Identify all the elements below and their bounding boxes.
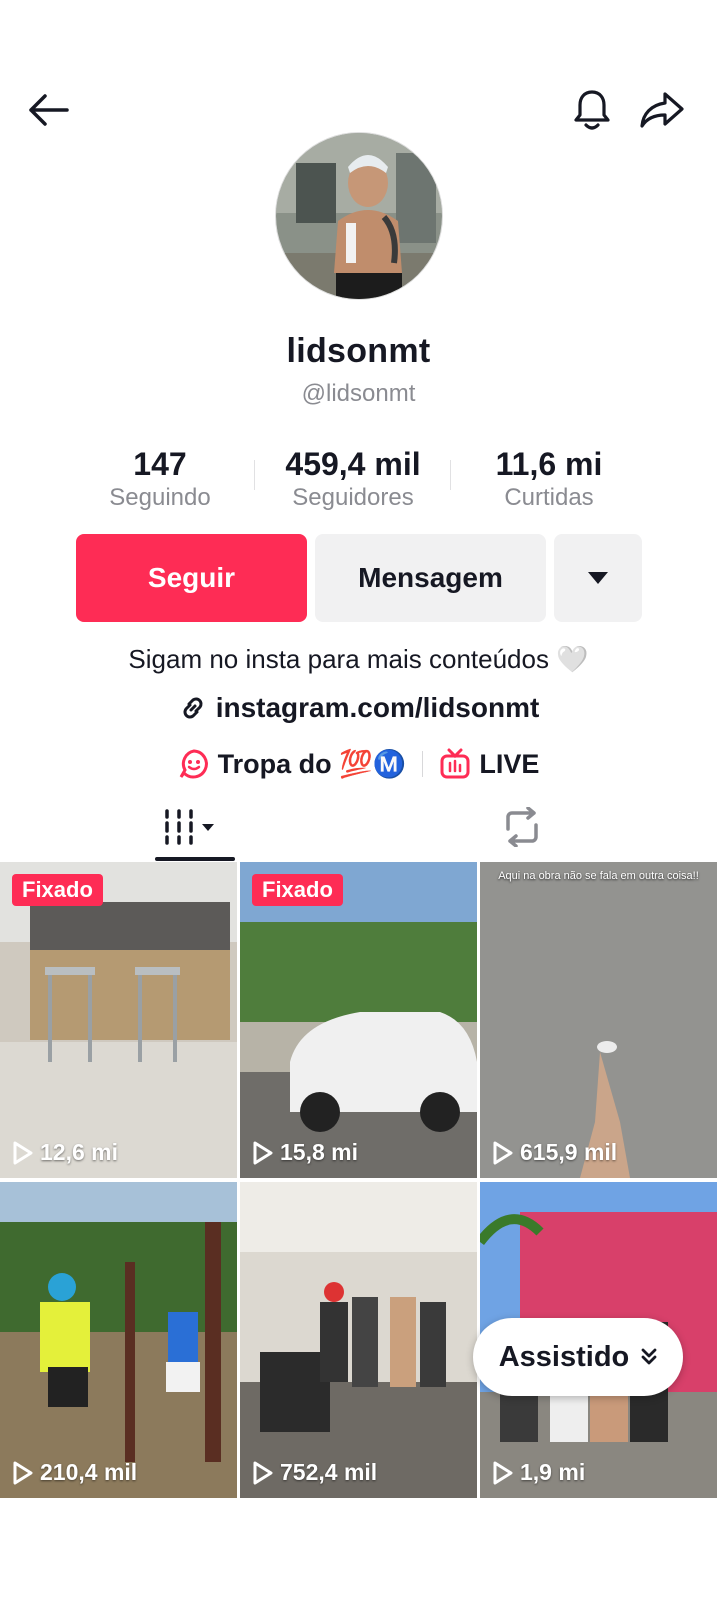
bio-text: Sigam no insta para mais conteúdos 🤍 (128, 644, 589, 674)
video-tile[interactable]: Aqui na obra não se fala em outra coisa!… (480, 862, 717, 1178)
view-count-value: 752,4 mil (280, 1459, 378, 1485)
stat-following[interactable]: 147 Seguindo (60, 446, 260, 514)
video-tile[interactable]: Fixado 12,6 mi (0, 862, 237, 1178)
pinned-badge: Fixado (252, 874, 343, 906)
display-name: lidsonmt (286, 332, 431, 370)
profile-link-text: instagram.com/lidsonmt (215, 692, 540, 723)
bell-icon (574, 90, 610, 130)
followers-count: 459,4 mil (285, 446, 421, 482)
follow-button[interactable]: Seguir (76, 534, 307, 622)
play-icon (493, 1141, 513, 1164)
play-icon (13, 1141, 33, 1164)
message-button[interactable]: Mensagem (315, 534, 546, 622)
view-count: 210,4 mil (12, 1459, 137, 1486)
group-chat-label: Tropa do 💯Ⓜ️ (217, 749, 407, 779)
avatar[interactable] (275, 132, 443, 300)
extras-divider (422, 751, 424, 777)
video-tile[interactable]: 210,4 mil (0, 1182, 237, 1498)
likes-count: 11,6 mi (495, 446, 603, 482)
active-tab-indicator (155, 857, 235, 861)
notification-button[interactable] (568, 86, 616, 134)
share-button[interactable] (636, 86, 688, 134)
arrow-left-icon (29, 94, 69, 126)
live-item[interactable]: LIVE (439, 748, 539, 780)
view-count-value: 12,6 mi (40, 1139, 118, 1165)
share-arrow-icon (640, 92, 684, 128)
likes-label: Curtidas (504, 484, 594, 511)
profile-actions: Seguir Mensagem (76, 534, 642, 622)
view-count: 752,4 mil (252, 1459, 377, 1486)
view-count: 1,9 mi (492, 1459, 585, 1486)
view-count-value: 1,9 mi (520, 1459, 586, 1485)
more-options-button[interactable] (554, 534, 642, 622)
profile-stats: 147 Seguindo 459,4 mil Seguidores 11,6 m… (60, 446, 660, 516)
caret-down-icon (588, 572, 608, 584)
following-count: 147 (133, 446, 187, 482)
tab-videos[interactable] (150, 792, 234, 862)
link-icon (183, 697, 203, 719)
watched-button[interactable]: Assistido (473, 1318, 683, 1396)
content-tabs (0, 792, 717, 862)
back-button[interactable] (22, 88, 74, 132)
watched-label: Assistido (498, 1340, 630, 1373)
username-handle: @lidsonmt (301, 380, 416, 407)
play-icon (493, 1461, 513, 1484)
play-icon (253, 1141, 273, 1164)
videos-grid-icon (165, 809, 214, 845)
video-grid: Fixado 12,6 mi Fixado 15,8 mi Aqui na ob… (0, 862, 717, 1502)
play-icon (13, 1461, 33, 1484)
profile-link[interactable]: instagram.com/lidsonmt (0, 692, 717, 724)
tab-reposts[interactable] (480, 792, 564, 862)
followers-label: Seguidores (292, 484, 414, 511)
view-count-value: 615,9 mil (520, 1139, 618, 1165)
stat-likes[interactable]: 11,6 mi Curtidas (449, 446, 649, 514)
video-caption: Aqui na obra não se fala em outra coisa!… (498, 870, 699, 882)
video-tile[interactable]: Fixado 15,8 mi (240, 862, 477, 1178)
view-count: 15,8 mi (252, 1139, 358, 1166)
view-count-value: 210,4 mil (40, 1459, 138, 1485)
double-chevron-down-icon (641, 1348, 657, 1365)
view-count: 12,6 mi (12, 1139, 118, 1166)
extras-row: Tropa do 💯Ⓜ️ LIVE (0, 744, 717, 784)
live-tv-icon (440, 748, 470, 779)
repost-icon (506, 807, 538, 847)
play-icon (253, 1461, 273, 1484)
group-chat-icon (179, 749, 208, 779)
view-count-value: 15,8 mi (280, 1139, 358, 1165)
pinned-badge: Fixado (12, 874, 103, 906)
stat-followers[interactable]: 459,4 mil Seguidores (253, 446, 453, 514)
video-tile[interactable]: 752,4 mil (240, 1182, 477, 1498)
top-bar (0, 80, 717, 140)
view-count: 615,9 mil (492, 1139, 617, 1166)
following-label: Seguindo (109, 484, 211, 511)
live-label: LIVE (479, 748, 540, 779)
group-chat-item[interactable]: Tropa do 💯Ⓜ️ (178, 748, 407, 780)
